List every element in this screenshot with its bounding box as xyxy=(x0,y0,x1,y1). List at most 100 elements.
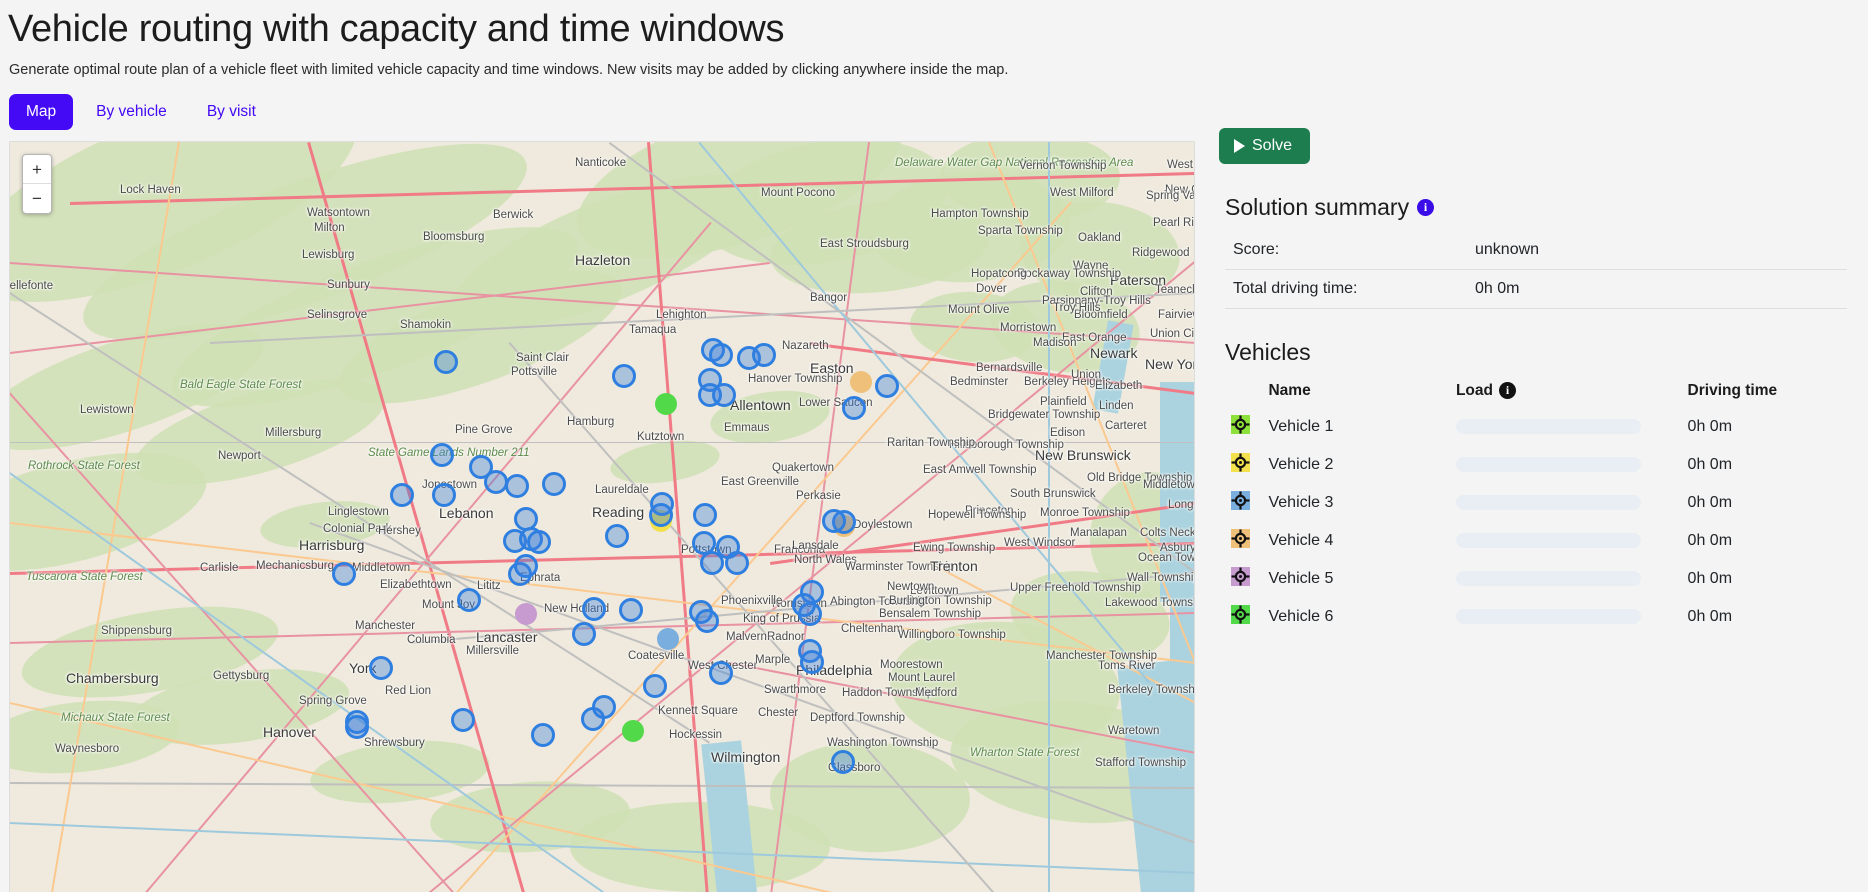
vehicle-driving-time: 0h 0m xyxy=(1682,484,1847,522)
map-place-label: Newtown xyxy=(887,581,934,593)
map-visit-marker[interactable] xyxy=(572,622,596,646)
map-visit-marker[interactable] xyxy=(800,650,824,674)
map-depot-marker[interactable] xyxy=(622,720,644,742)
load-info-icon[interactable]: i xyxy=(1499,382,1516,399)
map-visit-marker[interactable] xyxy=(643,674,667,698)
map-visit-marker[interactable] xyxy=(505,474,529,498)
map-visit-marker[interactable] xyxy=(451,708,475,732)
vehicle-row[interactable]: Vehicle 50h 0m xyxy=(1225,560,1847,598)
vehicle-load-bar xyxy=(1450,598,1682,636)
map-depot-marker[interactable] xyxy=(515,603,537,625)
summary-row-label: Total driving time: xyxy=(1225,269,1475,308)
zoom-in-button[interactable]: + xyxy=(23,155,51,184)
solution-summary-heading: Solution summary i xyxy=(1225,194,1851,221)
vehicle-driving-time: 0h 0m xyxy=(1682,522,1847,560)
map-visit-marker[interactable] xyxy=(430,443,454,467)
map-visit-marker[interactable] xyxy=(514,554,538,578)
map-visit-marker[interactable] xyxy=(390,483,414,507)
vehicle-load-bar xyxy=(1450,408,1682,446)
map-visit-marker[interactable] xyxy=(875,374,899,398)
load-bar-track xyxy=(1456,533,1641,548)
map-place-label: Easton xyxy=(810,360,854,376)
map-visit-marker[interactable] xyxy=(527,530,551,554)
map-visit-marker[interactable] xyxy=(709,661,733,685)
play-icon xyxy=(1234,139,1245,153)
map-visit-marker[interactable] xyxy=(457,588,481,612)
load-bar-track xyxy=(1456,571,1641,586)
vehicle-row[interactable]: Vehicle 10h 0m xyxy=(1225,408,1847,446)
solution-summary-title: Solution summary xyxy=(1225,194,1409,221)
map-visit-marker[interactable] xyxy=(582,597,606,621)
map-visit-marker[interactable] xyxy=(345,715,369,739)
map-visit-marker[interactable] xyxy=(725,551,749,575)
map-place-label: West Haven xyxy=(1167,159,1195,171)
map-depot-marker[interactable] xyxy=(655,393,677,415)
map-visit-marker[interactable] xyxy=(619,598,643,622)
map-visit-marker[interactable] xyxy=(700,551,724,575)
column-header-icon xyxy=(1225,374,1262,408)
page-title: Vehicle routing with capacity and time w… xyxy=(8,8,1868,52)
map-visit-marker[interactable] xyxy=(822,509,846,533)
map-visit-marker[interactable] xyxy=(693,503,717,527)
tab-map[interactable]: Map xyxy=(9,94,73,130)
map-place-label: New City xyxy=(1165,184,1195,196)
vehicle-target-icon xyxy=(1225,598,1262,636)
vehicle-name: Vehicle 2 xyxy=(1262,446,1449,484)
map-visit-marker[interactable] xyxy=(605,524,629,548)
vehicle-driving-time: 0h 0m xyxy=(1682,408,1847,446)
vehicle-driving-time: 0h 0m xyxy=(1682,446,1847,484)
map-place-label: East Greenville xyxy=(721,476,799,488)
map-visit-marker[interactable] xyxy=(434,350,458,374)
vehicle-target-icon xyxy=(1225,446,1262,484)
vehicle-row[interactable]: Vehicle 40h 0m xyxy=(1225,522,1847,560)
map-place-label: Bedminster xyxy=(950,376,1008,388)
map-place-label: Plainfield xyxy=(1040,396,1087,408)
vehicle-row[interactable]: Vehicle 30h 0m xyxy=(1225,484,1847,522)
map-visit-marker[interactable] xyxy=(712,383,736,407)
tab-by-visit[interactable]: By visit xyxy=(190,94,273,130)
map-visit-marker[interactable] xyxy=(792,593,816,617)
solve-button[interactable]: Solve xyxy=(1219,128,1310,164)
map-visit-marker[interactable] xyxy=(752,343,776,367)
map-visit-marker[interactable] xyxy=(709,343,733,367)
map-visit-marker[interactable] xyxy=(831,750,855,774)
map-depot-marker[interactable] xyxy=(657,628,679,650)
vehicle-load-bar xyxy=(1450,560,1682,598)
zoom-out-button[interactable]: − xyxy=(23,184,51,213)
vehicles-heading: Vehicles xyxy=(1225,339,1851,366)
map-place-label: Edison xyxy=(1050,427,1085,439)
map-water-body xyxy=(1117,659,1195,892)
map-visit-marker[interactable] xyxy=(542,472,566,496)
map-visit-marker[interactable] xyxy=(432,483,456,507)
map-place-label: Millersville xyxy=(466,645,519,657)
map-depot-marker[interactable] xyxy=(850,371,872,393)
load-bar-track xyxy=(1456,609,1641,624)
vehicle-row[interactable]: Vehicle 60h 0m xyxy=(1225,598,1847,636)
map-container[interactable]: Lock HavenWatsontownMiltonLewisburgSunbu… xyxy=(9,141,1195,892)
map-visit-marker[interactable] xyxy=(612,364,636,388)
solve-button-label: Solve xyxy=(1252,137,1292,155)
map-canvas[interactable]: Lock HavenWatsontownMiltonLewisburgSunbu… xyxy=(10,142,1194,892)
load-bar-track xyxy=(1456,419,1641,434)
map-place-label: Hanover Township xyxy=(748,373,842,385)
right-panel: Solve Solution summary i Score:unknownTo… xyxy=(1219,141,1859,636)
map-visit-marker[interactable] xyxy=(369,656,393,680)
map-visit-marker[interactable] xyxy=(592,695,616,719)
map-place-label: Fairview xyxy=(1158,309,1195,321)
map-visit-marker[interactable] xyxy=(332,562,356,586)
map-place-label: New York xyxy=(1145,356,1195,372)
map-place-label: Doylestown xyxy=(853,519,912,531)
map-place-label: Elizabethtown xyxy=(380,579,452,591)
vehicle-row[interactable]: Vehicle 2 0h 0m xyxy=(1225,446,1847,484)
map-place-label: Berwick xyxy=(493,209,533,221)
tab-by-vehicle[interactable]: By vehicle xyxy=(79,94,184,130)
map-visit-marker[interactable] xyxy=(842,396,866,420)
map-visit-marker[interactable] xyxy=(695,609,719,633)
vehicle-load-bar xyxy=(1450,484,1682,522)
map-place-label: Spring Valley xyxy=(1146,190,1195,202)
map-place-label: Red Lion xyxy=(385,685,431,697)
map-visit-marker[interactable] xyxy=(531,723,555,747)
map-visit-marker[interactable] xyxy=(649,503,673,527)
solution-summary-info-icon[interactable]: i xyxy=(1417,199,1434,216)
vehicle-driving-time: 0h 0m xyxy=(1682,560,1847,598)
